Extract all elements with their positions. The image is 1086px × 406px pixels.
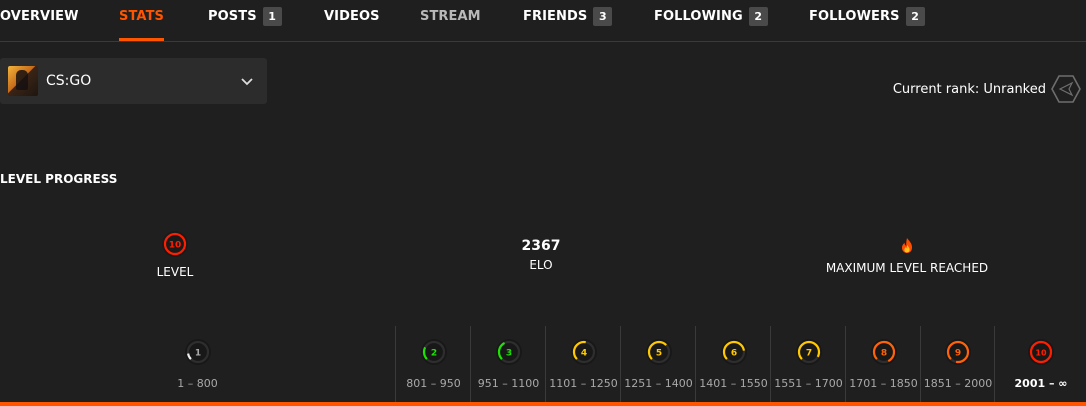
level-range: 1701 – 1850 [849,377,918,390]
level-5-gauge-icon: 5 [645,339,672,365]
tab-posts[interactable]: POSTS 1 [208,0,282,41]
level-1-gauge-icon: 1 [184,339,211,365]
level-9-gauge-icon: 9 [945,339,971,365]
tab-label: OVERVIEW [0,9,79,24]
level-number: 10 [1035,348,1047,357]
flame-icon [902,238,912,253]
level-tier: 2 801 – 950 [395,326,471,402]
level-10-gauge-icon: 10 [1028,339,1054,365]
level-tier: 9 1851 – 2000 [920,326,995,402]
tab-friends[interactable]: FRIENDS 3 [523,0,613,41]
count-badge: 2 [905,7,925,26]
section-title: LEVEL PROGRESS [0,172,118,186]
elo-value: 2367 [521,238,561,254]
current-rank-label: Current rank: Unranked [892,81,1046,97]
profile-tabs: OVERVIEW STATS POSTS 1 VIDEOS STREAM FRIE… [0,0,1086,42]
tab-label: STREAM [420,9,481,24]
level-number: 7 [805,348,811,358]
level-number: 10 [169,241,182,251]
unranked-hexagon-icon [1051,75,1081,103]
game-select[interactable]: CS:GO [0,58,267,104]
count-badge: 3 [593,7,613,26]
level-label: LEVEL [156,265,194,279]
level-number: 2 [430,348,436,358]
tab-label: FRIENDS [523,9,588,24]
level-6-gauge-icon: 6 [720,339,747,365]
level-tier-current: 10 2001 – ∞ [994,326,1086,402]
level-tier: 8 1701 – 1850 [845,326,921,402]
level-number: 1 [194,348,200,358]
level-4-gauge-icon: 4 [570,339,597,365]
level-tier: 3 951 – 1100 [470,326,546,402]
tab-stats[interactable]: STATS [119,0,165,41]
tab-label: FOLLOWERS [809,9,900,24]
level-number: 3 [505,348,511,358]
tab-label: FOLLOWING [654,9,743,24]
progress-bar [0,402,1086,406]
tab-following[interactable]: FOLLOWING 2 [654,0,768,41]
level-range: 801 – 950 [406,377,461,390]
elo-stat: 2367 ELO [491,238,591,272]
tab-label: POSTS [208,9,257,24]
level-range: 1551 – 1700 [774,377,843,390]
game-thumbnail [8,66,38,96]
tab-stream[interactable]: STREAM [420,0,481,41]
level-tier: 7 1551 – 1700 [770,326,846,402]
level-number: 5 [655,348,661,358]
level-8-gauge-icon: 8 [870,339,897,365]
level-7-gauge-icon: 7 [795,339,822,365]
game-select-value: CS:GO [46,73,92,89]
count-badge: 1 [262,7,282,26]
level-number: 8 [880,348,886,358]
level-progression: 1 1 – 800 2 801 – 950 3 951 – 1100 4 1101 – … [0,326,1086,402]
level-3-gauge-icon: 3 [495,339,522,365]
level-range: 951 – 1100 [477,377,540,390]
level-tier: 4 1101 – 1250 [545,326,621,402]
current-rank: Current rank: Unranked [893,74,1082,104]
level-number: 6 [730,348,736,358]
tab-label: STATS [119,9,165,24]
max-level-label: MAXIMUM LEVEL REACHED [825,261,989,275]
level-tier: 6 1401 – 1550 [695,326,771,402]
chevron-down-icon [241,78,253,86]
level-range: 1851 – 2000 [923,377,993,390]
level-range: 1 – 800 [177,377,218,390]
level-range: 1251 – 1400 [624,377,693,390]
level-tier: 1 1 – 800 [0,326,395,402]
level-range: 1101 – 1250 [549,377,618,390]
tab-videos[interactable]: VIDEOS [324,0,380,41]
level-2-gauge-icon: 2 [420,339,447,365]
level-tier: 5 1251 – 1400 [620,326,696,402]
tab-followers[interactable]: FOLLOWERS 2 [809,0,925,41]
level-stat: 10 LEVEL [125,230,225,279]
level-number: 4 [580,348,586,358]
level-range: 2001 – ∞ [1014,377,1068,390]
level-10-gauge-icon: 10 [162,231,188,257]
level-range: 1401 – 1550 [699,377,768,390]
count-badge: 2 [748,7,768,26]
tab-overview[interactable]: OVERVIEW [0,0,79,41]
tab-label: VIDEOS [324,9,380,24]
level-number: 9 [955,348,961,358]
elo-label: ELO [529,258,553,272]
max-level-stat: MAXIMUM LEVEL REACHED [807,237,1007,275]
